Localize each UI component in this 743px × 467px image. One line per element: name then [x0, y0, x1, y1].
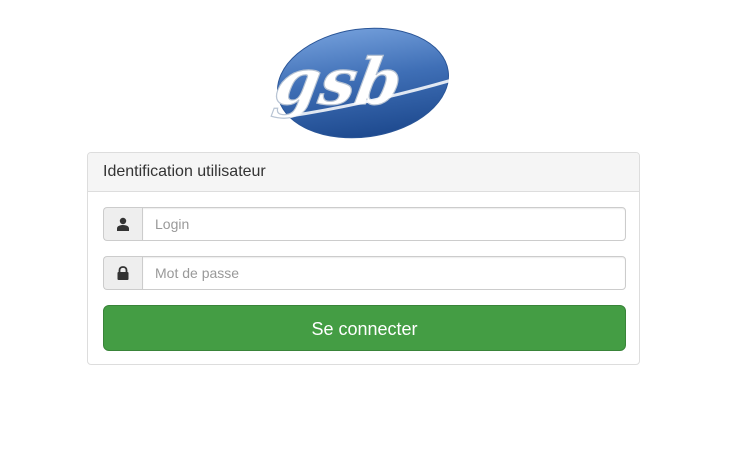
password-input[interactable] [142, 256, 626, 290]
connect-button[interactable]: Se connecter [103, 305, 626, 351]
gsb-logo: gsb [268, 24, 460, 142]
login-panel: Identification utilisateur Se connecter [87, 152, 640, 365]
gsb-logo-image: gsb [268, 27, 453, 139]
password-input-group [103, 256, 626, 290]
panel-heading: Identification utilisateur [88, 153, 639, 192]
login-input-group [103, 207, 626, 241]
user-icon [103, 207, 142, 241]
login-input[interactable] [142, 207, 626, 241]
lock-icon [103, 256, 142, 290]
